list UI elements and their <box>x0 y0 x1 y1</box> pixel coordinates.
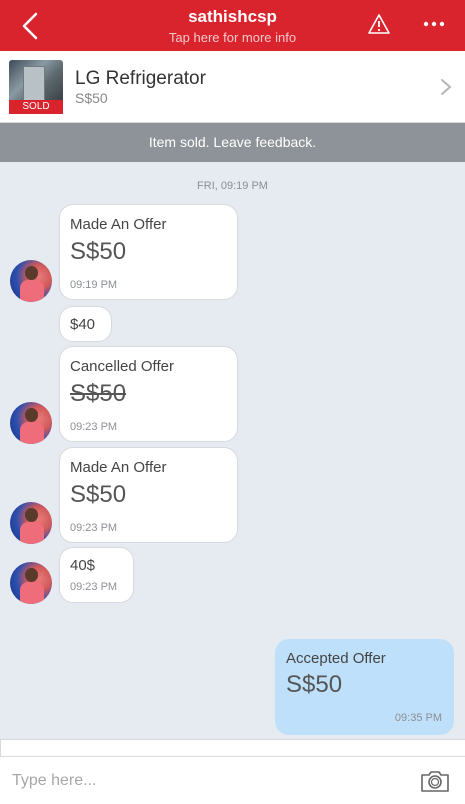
listing-price: S$50 <box>75 90 108 106</box>
username-title: sathishcsp <box>188 7 277 26</box>
message-time: 09:19 PM <box>70 279 118 291</box>
avatar[interactable] <box>10 502 52 544</box>
composer-bar <box>0 756 465 804</box>
message-text: 40$ <box>70 557 96 574</box>
message-time: 09:23 PM <box>70 581 118 593</box>
message-time: 09:23 PM <box>70 522 118 534</box>
own-offer-bubble: Accepted Offer S$50 09:35 PM <box>275 639 454 735</box>
avatar-shirt <box>20 280 44 302</box>
camera-icon[interactable] <box>420 769 450 793</box>
offer-bubble: Made An Offer S$50 09:23 PM <box>59 447 238 543</box>
avatar-shirt <box>20 422 44 444</box>
message-time: 09:23 PM <box>70 421 118 433</box>
conversation-header[interactable]: sathishcsp Tap here for more info <box>100 7 365 45</box>
more-horizontal-icon[interactable] <box>422 12 446 36</box>
offer-bubble: Made An Offer S$50 09:19 PM <box>59 204 238 300</box>
chevron-left-icon[interactable] <box>16 10 44 42</box>
offer-label: Accepted Offer <box>286 650 386 667</box>
listing-card[interactable]: SOLD LG Refrigerator S$50 <box>0 51 465 123</box>
chevron-right-icon <box>441 79 451 95</box>
offer-bubble: Cancelled Offer S$50 09:23 PM <box>59 346 238 442</box>
offer-label: Cancelled Offer <box>70 358 174 375</box>
avatar[interactable] <box>10 402 52 444</box>
leave-feedback-banner[interactable]: Item sold. Leave feedback. <box>0 123 465 162</box>
message-time: 09:35 PM <box>394 712 442 724</box>
avatar-head <box>25 408 38 422</box>
message-input[interactable] <box>12 767 402 795</box>
offer-label: Made An Offer <box>70 459 167 476</box>
top-bar: sathishcsp Tap here for more info <box>0 0 465 51</box>
avatar-head <box>25 508 38 522</box>
avatar-shirt <box>20 582 44 604</box>
offer-label: Made An Offer <box>70 216 167 233</box>
avatar[interactable] <box>10 260 52 302</box>
avatar[interactable] <box>10 562 52 604</box>
avatar-head <box>25 568 38 582</box>
partial-message-bubble <box>0 739 465 756</box>
offer-amount: S$50 <box>70 380 127 407</box>
more-info-hint: Tap here for more info <box>168 30 297 45</box>
avatar-head <box>25 266 38 280</box>
text-bubble: 40$ 09:23 PM <box>59 547 134 603</box>
avatar-shirt <box>20 522 44 544</box>
warning-icon[interactable] <box>367 12 391 36</box>
text-bubble: $40 <box>59 306 112 342</box>
offer-amount: S$50 <box>70 238 127 265</box>
offer-amount: S$50 <box>286 671 343 698</box>
listing-title: LG Refrigerator <box>75 68 206 89</box>
message-text: $40 <box>70 316 96 333</box>
date-separator: FRI, 09:19 PM <box>197 180 268 192</box>
offer-amount: S$50 <box>70 481 127 508</box>
sold-badge: SOLD <box>9 100 63 114</box>
